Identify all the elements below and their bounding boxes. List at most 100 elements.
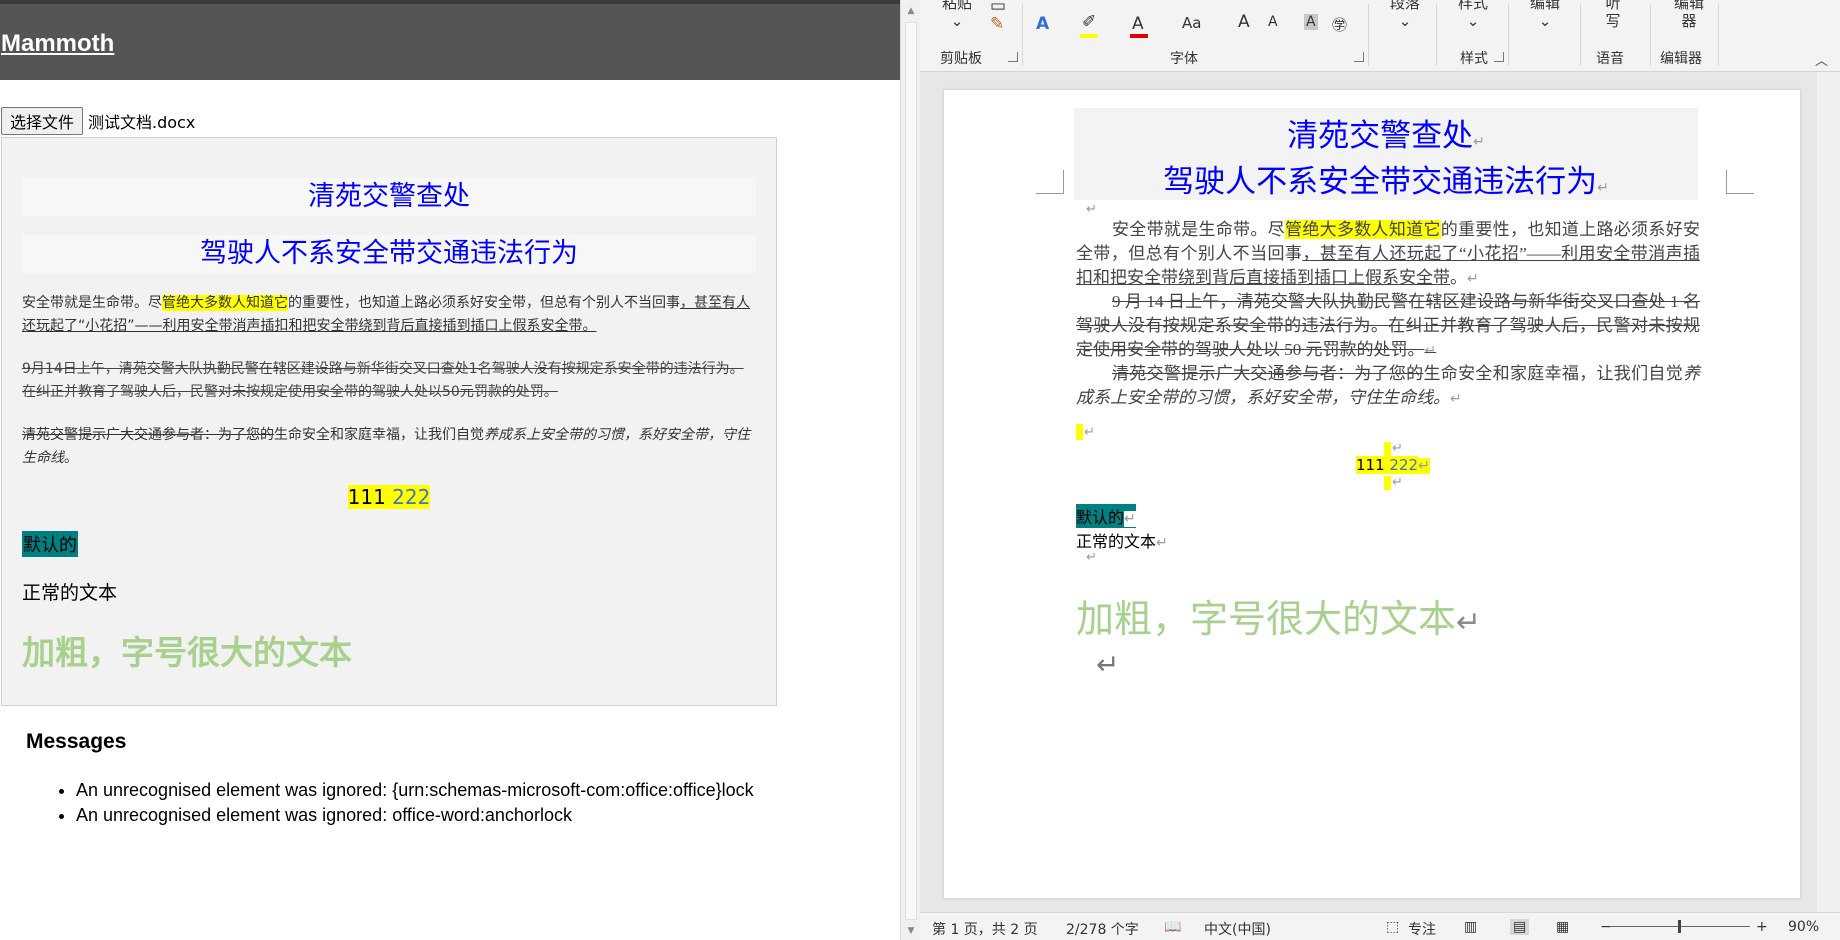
proofing-icon[interactable]: 📖 [1164,919,1181,935]
ribbon-separator [1650,4,1651,66]
preview-p3-end: 。 [64,450,78,466]
file-row: 选择文件 测试文档.docx [1,107,195,135]
doc-p1-end: 。 [1450,268,1467,287]
mammoth-app: Mammoth 选择文件 测试文档.docx 清苑交警查处 驾驶人不系安全带交通… [0,0,900,940]
editor-button[interactable]: 编辑器 [1672,0,1706,30]
paragraph-mark-icon: ↵ [1467,271,1479,287]
doc-num-1: 111 [1356,456,1385,474]
paragraph-mark-icon: ↵ [1456,605,1482,640]
doc-default-text-value: 默认的 [1076,508,1125,527]
doc-paragraph-1[interactable]: 安全带就是生命带。尽管绝大多数人知道它的重要性，也知道上路必须系好安全带，但总有… [1076,218,1700,290]
doc-heading-1[interactable]: 清苑交警查处↵ [1074,110,1698,155]
char-shading-icon[interactable]: A [1304,14,1318,30]
editing-label: 编辑 [1530,0,1561,12]
change-case-icon[interactable]: Aa [1182,14,1201,32]
paragraph-mark-icon: ↵ [1086,202,1097,217]
browser-scrollbar[interactable]: ▲ ▼ [900,0,920,940]
ribbon-separator [1368,4,1369,66]
doc-heading-2[interactable]: 驾驶人不系安全带交通违法行为↵ [1074,156,1698,201]
preview-normal-text: 正常的文本 [22,582,118,604]
dictate-button[interactable]: 听写 [1604,0,1622,30]
language-indicator[interactable]: 中文(中国) [1204,919,1271,939]
converted-preview: 清苑交警查处 驾驶人不系安全带交通违法行为 安全带就是生命带。尽管绝大多数人知道… [1,137,777,706]
preview-num-2: 222 [392,485,431,509]
paste-button[interactable]: 粘贴 ⌄ [942,0,972,30]
highlight-icon[interactable]: ✐ [1082,12,1096,32]
scroll-thumb[interactable] [905,22,917,920]
app-title-link[interactable]: Mammoth [1,30,114,58]
paragraph-label: 段落 [1390,0,1421,12]
doc-p3-text: 生命安全和家庭幸福，让我们自觉 [1423,364,1684,383]
read-mode-icon[interactable]: ▥ [1464,919,1477,935]
focus-icon[interactable]: ⬚ [1386,919,1399,935]
preview-heading-2: 驾驶人不系安全带交通违法行为 [22,235,756,273]
messages-list: An unrecognised element was ignored: {ur… [76,778,754,828]
doc-paragraph-2[interactable]: 9 月 14 日上午，清苑交警大队执勤民警在辖区建设路与新华街交叉口查处 1 名… [1076,290,1700,362]
document-scrollbar[interactable] [1817,72,1840,912]
ribbon-separator [1436,4,1437,66]
paragraph-mark-icon: ↵ [1156,535,1168,551]
zoom-out-button[interactable]: − [1600,919,1612,935]
clipboard-launcher-icon[interactable] [1008,52,1018,62]
paragraph-mark-icon: ↵ [1096,648,1120,681]
paragraph-mark-icon: ↵ [1124,511,1136,527]
preview-p1-highlight: 管绝大多数人知道它 [162,295,288,311]
file-name: 测试文档.docx [88,113,196,132]
paragraph-mark-icon: ↵ [1450,391,1462,407]
scroll-up-icon[interactable]: ▲ [901,2,921,20]
doc-numbers[interactable]: 111 222↵ [1356,456,1430,474]
paragraph-mark-icon: ↵ [1392,441,1403,456]
format-painter-icon[interactable]: ✎ [990,14,1004,34]
highlighted-empty-paragraph [1384,442,1391,456]
doc-p1-highlight: 管绝大多数人知道它 [1285,220,1441,239]
preview-heading-1: 清苑交警查处 [22,178,756,216]
editing-button[interactable]: 编辑 ⌄ [1530,0,1560,30]
preview-default-text: 默认的 [22,531,78,557]
doc-heading-1-text: 清苑交警查处 [1287,118,1474,154]
app-header: Mammoth [0,0,900,80]
preview-p1-text-a: 安全带就是生命带。尽 [22,295,162,311]
crop-mark [1036,170,1064,194]
editor-group-label: 编辑器 [1660,51,1702,67]
doc-big-text-value: 加粗，字号很大的文本 [1076,599,1457,641]
zoom-level[interactable]: 90% [1788,919,1819,935]
font-launcher-icon[interactable] [1354,52,1364,62]
messages-title: Messages [26,730,127,753]
paragraph-mark-icon: ↵ [1392,475,1403,490]
ribbon-separator [1022,4,1023,66]
text-effects-icon[interactable]: A [1036,14,1049,34]
word-count[interactable]: 2/278 个字 [1066,919,1139,939]
chevron-down-icon: ⌄ [1538,12,1552,30]
paragraph-mark-icon: ↵ [1086,550,1097,565]
zoom-in-button[interactable]: + [1756,919,1768,935]
paragraph-mark-icon: ↵ [1473,134,1485,150]
shrink-font-icon[interactable]: A [1268,14,1278,30]
doc-normal-text[interactable]: 正常的文本↵ [1076,528,1168,552]
page-count[interactable]: 第 1 页，共 2 页 [932,919,1038,939]
doc-p1-text-a: 安全带就是生命带。尽 [1112,220,1286,239]
paragraph-button[interactable]: 段落 ⌄ [1390,0,1420,30]
grow-font-icon[interactable]: A [1238,12,1250,32]
enclose-char-icon[interactable]: ㊫ [1332,14,1347,35]
crop-mark [1726,170,1754,194]
doc-default-text[interactable]: 默认的↵ [1076,504,1136,528]
styles-launcher-icon[interactable] [1494,52,1504,62]
styles-button[interactable]: 样式 ⌄ [1458,0,1488,30]
choose-file-button[interactable]: 选择文件 [1,107,84,135]
preview-paragraph-2: 9月14日上午，清苑交警大队执勤民警在辖区建设路与新华街交叉口查处1名驾驶人没有… [22,361,744,400]
collapse-ribbon-icon[interactable]: ︿ [1815,50,1828,69]
message-item: An unrecognised element was ignored: off… [76,803,754,827]
doc-big-text[interactable]: 加粗，字号很大的文本↵ [1076,588,1481,643]
highlighted-empty-paragraph [1384,476,1391,490]
font-color-icon[interactable]: A [1132,14,1144,34]
doc-paragraph-3[interactable]: 清苑交警提示广大交通参与者：为了您的生命安全和家庭幸福，让我们自觉养成系上安全带… [1076,362,1700,410]
document-page[interactable] [944,90,1800,898]
ribbon-separator [1580,4,1581,66]
focus-mode-button[interactable]: 专注 [1408,919,1436,939]
web-layout-icon[interactable]: ▦ [1556,919,1569,935]
scroll-down-icon[interactable]: ▼ [901,922,921,940]
print-layout-icon[interactable]: ▤ [1510,919,1530,935]
preview-paragraph-1: 安全带就是生命带。尽管绝大多数人知道它的重要性，也知道上路必须系好安全带，但总有… [22,292,752,338]
zoom-slider-thumb[interactable] [1678,920,1681,933]
preview-p1-text-b: 的重要性，也知道上路必须系好安全带，但总有个别人不当回事 [288,295,680,311]
